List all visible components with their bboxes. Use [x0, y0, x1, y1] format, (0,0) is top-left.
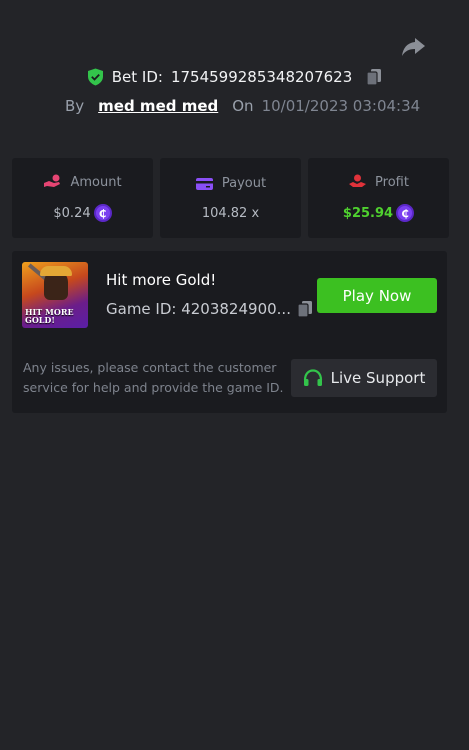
profit-card: Profit $25.94 ₵: [308, 158, 449, 238]
game-name: Hit more Gold!: [106, 271, 217, 289]
game-id-value: Game ID: 4203824900...: [106, 300, 291, 318]
user-link[interactable]: med med med: [98, 97, 218, 115]
by-label: By: [65, 97, 85, 115]
verified-shield-icon: [87, 68, 103, 86]
bet-id-value: 1754599285348207623: [170, 68, 353, 86]
coin-icon: ₵: [396, 204, 415, 222]
copy-icon[interactable]: [297, 300, 313, 318]
payout-value: 104.82 x: [201, 205, 260, 221]
share-icon[interactable]: [400, 36, 426, 58]
live-support-label: Live Support: [330, 369, 426, 387]
live-support-button[interactable]: Live Support: [291, 359, 437, 397]
copy-icon[interactable]: [366, 68, 382, 86]
bet-detail-page: Bet ID: 1754599285348207623 By med med m…: [0, 0, 469, 750]
payout-label: Payout: [221, 176, 267, 191]
bet-id-label: Bet ID:: [111, 68, 163, 86]
game-id-row: Game ID: 4203824900...: [106, 300, 313, 318]
stats-row: Amount $0.24 ₵ Payout 104.82 x Profit $2…: [12, 158, 457, 238]
support-note: Any issues, please contact the customer …: [23, 360, 284, 395]
amount-label: Amount: [70, 174, 122, 190]
headset-icon: [303, 369, 322, 386]
amount-card: Amount $0.24 ₵: [12, 158, 153, 238]
bet-meta-row: By med med med On 10/01/2023 03:04:34: [65, 97, 420, 115]
coin-icon: ₵: [93, 204, 112, 222]
bet-id-row: Bet ID: 1754599285348207623: [0, 68, 469, 86]
payout-card: Payout 104.82 x: [160, 158, 301, 238]
play-now-button[interactable]: Play Now: [317, 278, 437, 313]
on-label: On: [232, 97, 254, 115]
profit-hand-icon: [349, 174, 367, 187]
amount-value: $0.24: [53, 205, 91, 221]
thumbnail-title: HIT MORE GOLD!: [25, 307, 74, 325]
hand-coin-icon: [44, 174, 61, 187]
game-thumbnail[interactable]: HIT MORE GOLD!: [22, 262, 88, 328]
bet-datetime: 10/01/2023 03:04:34: [261, 97, 421, 115]
game-card: HIT MORE GOLD! Hit more Gold! Game ID: 4…: [12, 251, 447, 413]
profit-label: Profit: [375, 174, 409, 190]
card-icon: [195, 177, 213, 190]
miner-hat: [40, 266, 72, 276]
profit-value: $25.94: [342, 205, 394, 221]
